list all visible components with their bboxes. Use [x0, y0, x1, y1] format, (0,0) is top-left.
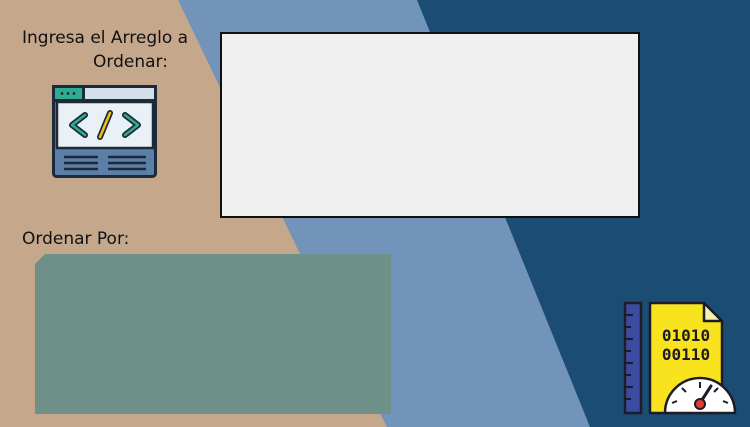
binary-line-1: 01010	[662, 326, 710, 345]
order-options-panel[interactable]	[35, 254, 391, 414]
binary-file-speed-icon: 01010 00110	[623, 301, 737, 415]
input-label-line2: Ordenar:	[93, 52, 168, 72]
order-by-label: Ordenar Por:	[22, 229, 130, 249]
binary-line-2: 00110	[662, 345, 710, 364]
array-input[interactable]	[220, 32, 640, 218]
code-window-icon	[52, 85, 157, 178]
input-label: Ingresa el Arreglo a	[22, 28, 189, 48]
